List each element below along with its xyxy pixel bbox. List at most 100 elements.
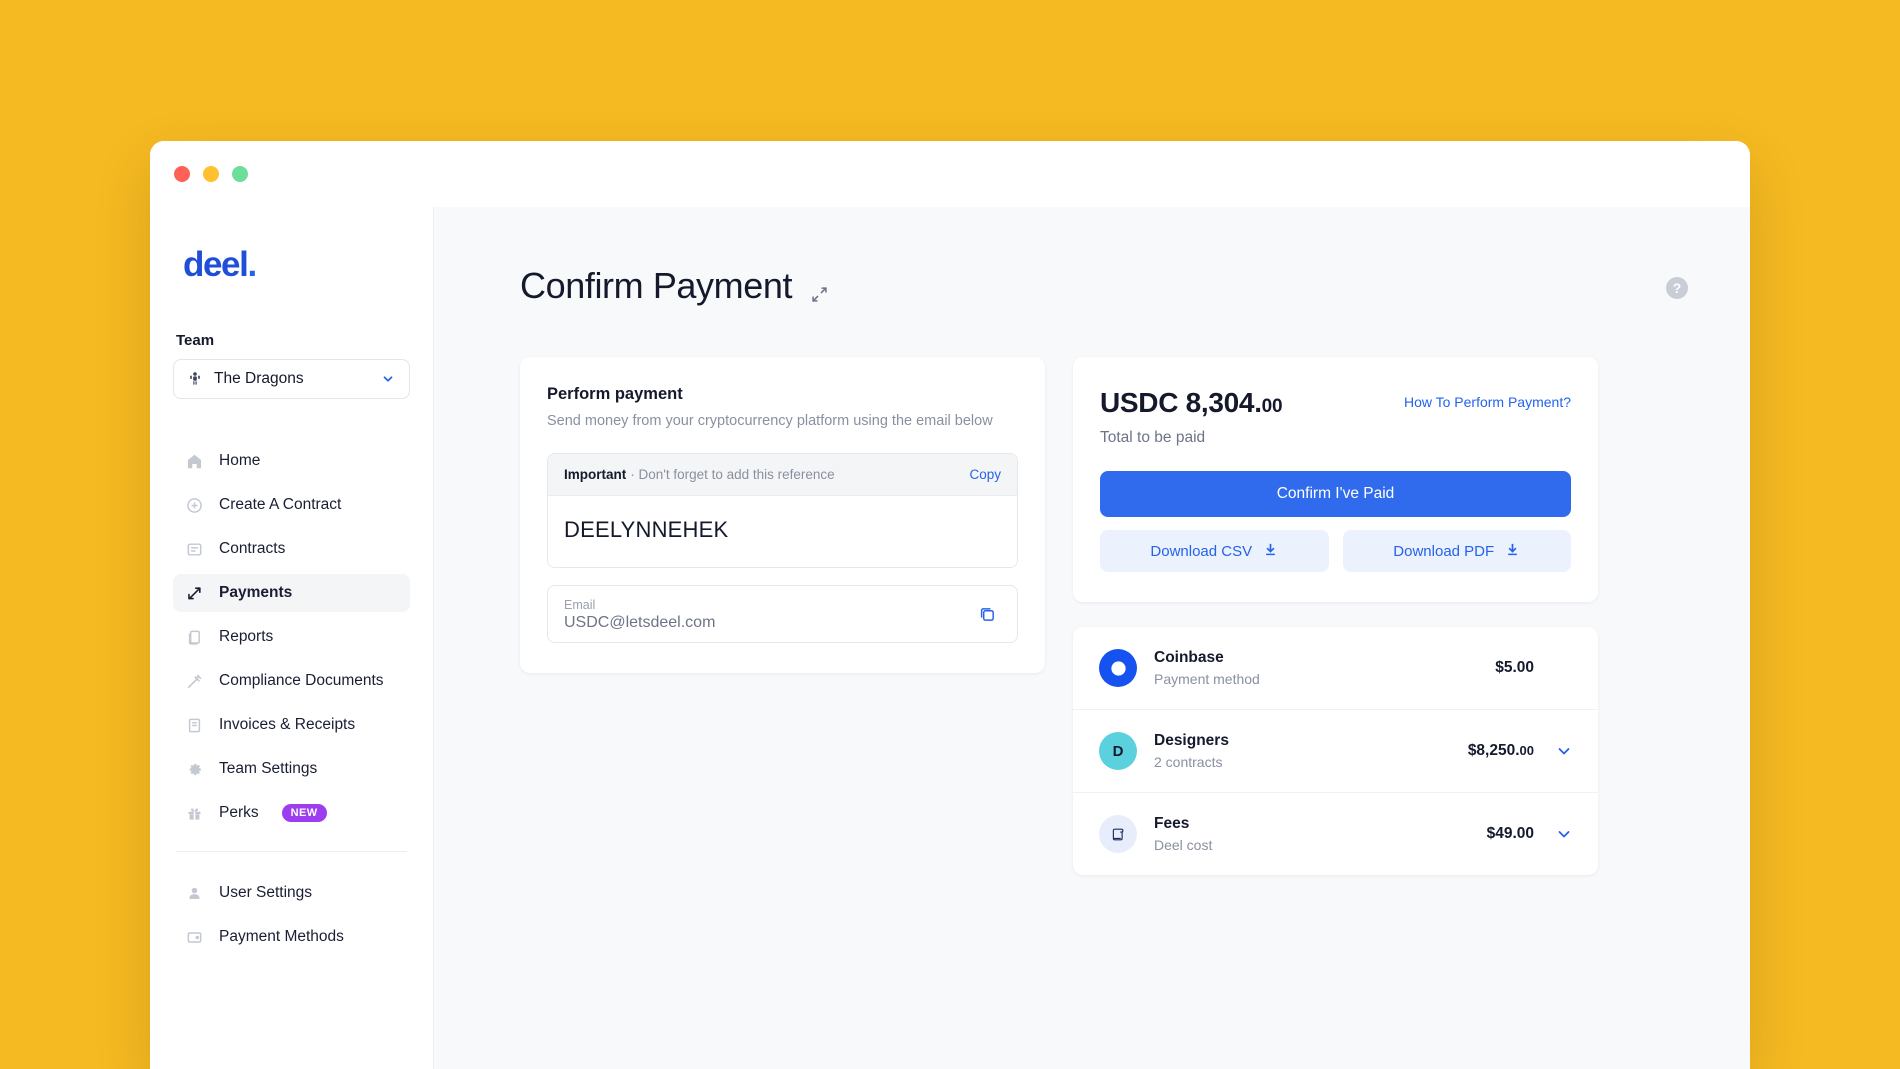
- content-columns: Perform payment Send money from your cry…: [434, 309, 1750, 875]
- chevron-down-icon[interactable]: [1556, 743, 1572, 759]
- perform-payment-title: Perform payment: [547, 385, 683, 403]
- scroll-icon: [1099, 815, 1137, 853]
- window-minimize-button[interactable]: [203, 166, 219, 182]
- amount-cents: 00: [1261, 396, 1283, 417]
- avatar: D: [1099, 732, 1137, 770]
- logo-text: deel: [183, 245, 249, 284]
- email-field[interactable]: Email USDC@letsdeel.com: [547, 585, 1018, 643]
- chevron-down-icon: [379, 370, 397, 388]
- sidebar-item-payment-methods[interactable]: Payment Methods: [173, 918, 410, 956]
- gift-icon: [185, 804, 203, 822]
- table-row[interactable]: D Designers 2 contracts $8,250.00: [1073, 710, 1598, 793]
- sidebar-item-label: Reports: [219, 628, 274, 645]
- sidebar-item-compliance-documents[interactable]: Compliance Documents: [173, 662, 410, 700]
- download-buttons-row: Download CSV Download PDF: [1100, 530, 1571, 572]
- sidebar-item-label: Perks: [219, 804, 259, 821]
- important-text: · Don't forget to add this reference: [630, 467, 835, 482]
- row-texts: Fees Deel cost: [1154, 815, 1487, 853]
- chevron-down-icon[interactable]: [1556, 826, 1572, 842]
- row-texts: Designers 2 contracts: [1154, 732, 1468, 770]
- sidebar-item-perks[interactable]: Perks NEW: [173, 794, 410, 832]
- reference-box: Important · Don't forget to add this ref…: [547, 453, 1018, 568]
- row-title: Coinbase: [1154, 649, 1224, 666]
- sidebar-item-label: Compliance Documents: [219, 672, 384, 689]
- download-icon: [1263, 542, 1278, 561]
- sidebar-divider: [176, 851, 407, 852]
- email-field-label: Email: [564, 598, 596, 612]
- deel-logo[interactable]: deel.: [183, 245, 410, 285]
- transfer-arrows-icon: [185, 584, 203, 602]
- sidebar: deel. Team The Dragons Home Create A Con…: [150, 207, 434, 1069]
- main-content: Confirm Payment ? Perform payment Send m…: [434, 207, 1750, 1069]
- sidebar-item-user-settings[interactable]: User Settings: [173, 874, 410, 912]
- download-csv-button[interactable]: Download CSV: [1100, 530, 1329, 572]
- row-subtitle: Payment method: [1154, 671, 1260, 687]
- window-titlebar: [150, 141, 1750, 207]
- download-csv-label: Download CSV: [1150, 542, 1253, 560]
- team-people-icon: [186, 370, 204, 388]
- total-label: Total to be paid: [1100, 429, 1206, 446]
- payment-summary-card: USDC 8,304.00 How To Perform Payment? To…: [1073, 357, 1598, 602]
- sidebar-item-invoices-receipts[interactable]: Invoices & Receipts: [173, 706, 410, 744]
- table-row[interactable]: Coinbase Payment method $5.00: [1073, 627, 1598, 710]
- expand-arrows-icon[interactable]: [810, 285, 829, 309]
- sidebar-item-home[interactable]: Home: [173, 442, 410, 480]
- row-amount: $5.00: [1495, 659, 1534, 677]
- perform-payment-card: Perform payment Send money from your cry…: [520, 357, 1045, 673]
- team-selected-name: The Dragons: [214, 370, 304, 387]
- sidebar-item-team-settings[interactable]: Team Settings: [173, 750, 410, 788]
- sidebar-item-label: User Settings: [219, 884, 313, 901]
- summary-top-row: USDC 8,304.00 How To Perform Payment?: [1100, 387, 1571, 419]
- gear-icon: [185, 760, 203, 778]
- row-subtitle: 2 contracts: [1154, 754, 1223, 770]
- row-amount: $8,250.00: [1468, 742, 1534, 760]
- question-mark-icon[interactable]: ?: [1666, 277, 1688, 299]
- email-field-inner: Email USDC@letsdeel.com: [564, 596, 973, 632]
- user-icon: [185, 884, 203, 902]
- team-selector[interactable]: The Dragons: [173, 359, 410, 399]
- page-header: Confirm Payment ?: [434, 207, 1750, 309]
- sidebar-nav-primary: Home Create A Contract Contracts Payment…: [173, 442, 410, 832]
- reference-value: DEELYNNEHEK: [548, 496, 1017, 567]
- reference-header: Important · Don't forget to add this ref…: [548, 454, 1017, 496]
- sidebar-item-contracts[interactable]: Contracts: [173, 530, 410, 568]
- row-title: Fees: [1154, 815, 1190, 832]
- sidebar-item-payments[interactable]: Payments: [173, 574, 410, 612]
- confirm-ive-paid-button[interactable]: Confirm I've Paid: [1100, 471, 1571, 517]
- browser-window: deel. Team The Dragons Home Create A Con…: [150, 141, 1750, 1069]
- coinbase-logo: [1099, 649, 1137, 687]
- download-pdf-label: Download PDF: [1393, 542, 1495, 560]
- logo-dot: .: [247, 245, 257, 284]
- row-amount-main: $49.00: [1486, 825, 1534, 842]
- copy-icon[interactable]: [973, 600, 1001, 628]
- row-amount-main: $8,250.: [1467, 742, 1520, 759]
- sidebar-item-label: Invoices & Receipts: [219, 716, 356, 733]
- row-subtitle: Deel cost: [1154, 837, 1213, 853]
- sidebar-item-label: Create A Contract: [219, 496, 342, 513]
- breakdown-card: Coinbase Payment method $5.00 D Designer…: [1073, 627, 1598, 875]
- page-title: Confirm Payment: [520, 265, 793, 306]
- download-pdf-button[interactable]: Download PDF: [1342, 530, 1571, 572]
- currency-code: USDC: [1100, 387, 1179, 418]
- sidebar-nav-secondary: User Settings Payment Methods: [173, 874, 410, 956]
- perform-payment-subtitle: Send money from your cryptocurrency plat…: [547, 413, 993, 429]
- row-amount-cents: 00: [1519, 743, 1534, 758]
- sidebar-item-label: Payment Methods: [219, 928, 344, 945]
- sidebar-item-create-a-contract[interactable]: Create A Contract: [173, 486, 410, 524]
- table-row[interactable]: Fees Deel cost $49.00: [1073, 793, 1598, 875]
- compliance-icon: [185, 672, 203, 690]
- sidebar-item-label: Contracts: [219, 540, 286, 557]
- sidebar-item-reports[interactable]: Reports: [173, 618, 410, 656]
- sidebar-item-label: Home: [219, 452, 261, 469]
- window-close-button[interactable]: [174, 166, 190, 182]
- window-maximize-button[interactable]: [232, 166, 248, 182]
- copy-reference-link[interactable]: Copy: [969, 467, 1001, 482]
- row-title: Designers: [1154, 732, 1229, 749]
- reports-icon: [185, 628, 203, 646]
- how-to-perform-payment-link[interactable]: How To Perform Payment?: [1404, 394, 1571, 410]
- plus-circle-icon: [185, 496, 203, 514]
- sidebar-item-label: Team Settings: [219, 760, 318, 777]
- invoice-icon: [185, 716, 203, 734]
- row-amount-main: $5.00: [1495, 659, 1534, 676]
- right-column: USDC 8,304.00 How To Perform Payment? To…: [1073, 357, 1598, 875]
